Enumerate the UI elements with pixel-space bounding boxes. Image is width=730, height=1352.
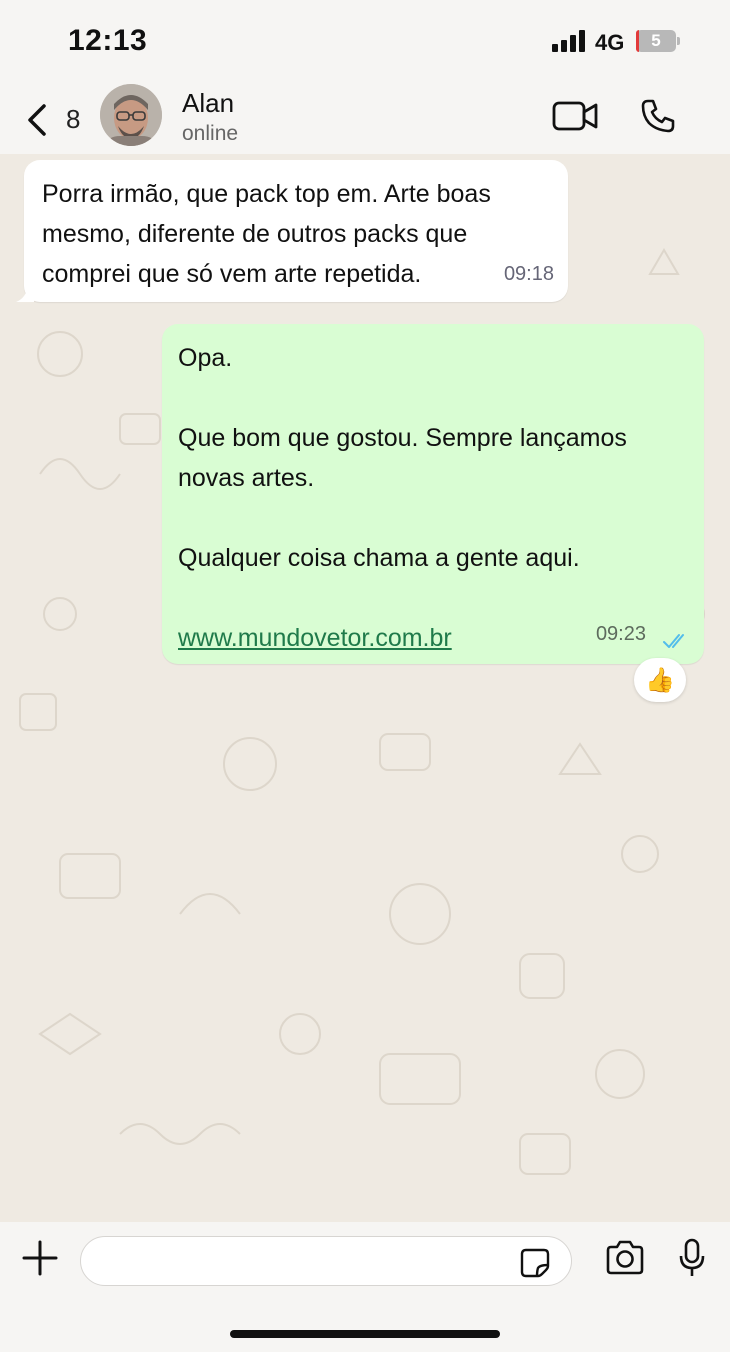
message-outgoing[interactable]: Opa. Que bom que gostou. Sempre lançamos… xyxy=(162,324,704,664)
read-receipt-icon xyxy=(663,634,684,648)
message-text: Opa. Que bom que gostou. Sempre lançamos… xyxy=(178,344,627,572)
battery-level: 5 xyxy=(651,31,661,50)
message-incoming[interactable]: Porra irmão, que pack top em. Arte boas … xyxy=(16,160,568,302)
message-time: 09:23 xyxy=(595,623,646,645)
back-chevron-icon[interactable] xyxy=(24,102,50,138)
contact-status: online xyxy=(182,122,239,145)
phone-call-icon[interactable] xyxy=(640,98,676,134)
chat-wallpaper xyxy=(19,248,705,1175)
home-indicator[interactable] xyxy=(230,1330,500,1338)
microphone-icon[interactable] xyxy=(678,1238,706,1278)
bubble-tail xyxy=(16,286,34,302)
network-type: 4G xyxy=(595,30,625,55)
camera-icon[interactable] xyxy=(604,1240,646,1276)
reaction-emoji: 👍 xyxy=(645,666,675,694)
message-link[interactable]: www.mundovetor.com.br xyxy=(178,618,452,658)
message-time: 09:18 xyxy=(503,263,554,285)
message-input[interactable] xyxy=(80,1236,572,1286)
status-time: 12:13 xyxy=(68,24,148,57)
sticker-icon[interactable] xyxy=(520,1248,550,1278)
reaction-thumbs-up[interactable]: 👍 xyxy=(634,658,686,702)
plus-icon[interactable] xyxy=(22,1240,58,1276)
video-call-icon[interactable] xyxy=(552,100,598,132)
chat-area[interactable]: Porra irmão, que pack top em. Arte boas … xyxy=(0,154,730,1222)
status-bar: 12:13 4G 5 xyxy=(0,0,730,80)
signal-icon xyxy=(552,30,585,52)
contact-name[interactable]: Alan xyxy=(182,88,234,119)
battery-icon: 5 xyxy=(636,30,680,52)
composer-bar xyxy=(0,1222,730,1352)
avatar[interactable] xyxy=(100,84,162,146)
message-text: Porra irmão, que pack top em. Arte boas … xyxy=(42,180,491,288)
avatar-photo xyxy=(100,84,162,146)
chat-header: 8 Alan online xyxy=(0,80,730,154)
unread-count[interactable]: 8 xyxy=(66,104,80,135)
